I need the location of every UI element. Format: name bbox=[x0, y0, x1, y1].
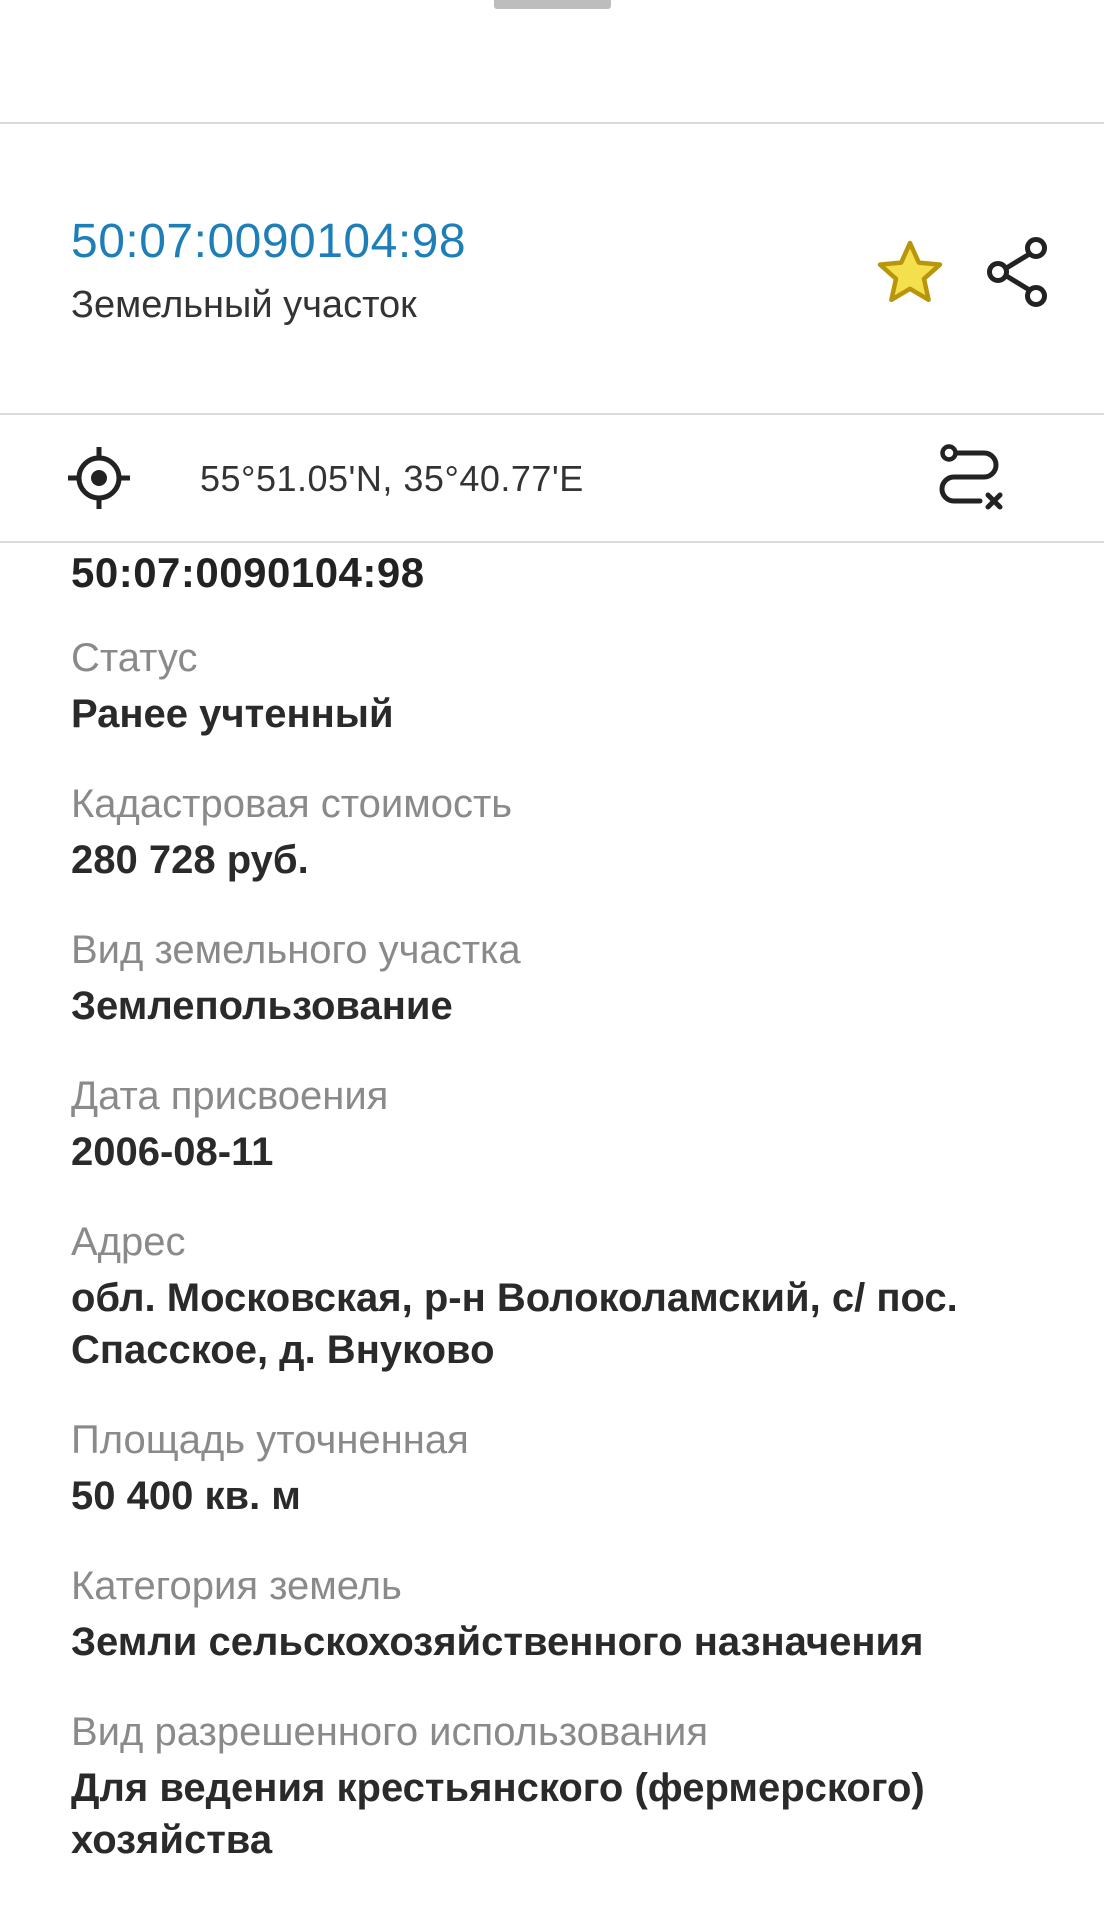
field-value: Для ведения крестьянского (фермерского) … bbox=[71, 1766, 925, 1862]
coordinates-text[interactable]: 55°51.05'N, 35°40.77'E bbox=[200, 457, 584, 501]
field-label: Вид земельного участка bbox=[71, 928, 521, 972]
field-value: Земли сельскохозяйственного назначения bbox=[71, 1620, 924, 1664]
favorite-button[interactable] bbox=[872, 234, 948, 310]
route-clear-icon[interactable] bbox=[932, 441, 1008, 517]
field-cadastral-value: Кадастровая стоимость 280 728 руб. bbox=[71, 778, 1051, 886]
field-address: Адрес обл. Московская, р-н Волоколамский… bbox=[71, 1216, 1051, 1376]
field-label: Площадь уточненная bbox=[71, 1418, 469, 1462]
coordinates-bar: 55°51.05'N, 35°40.77'E bbox=[0, 415, 1104, 541]
parcel-header: 50:07:0090104:98 Земельный участок bbox=[0, 124, 1104, 413]
divider bbox=[0, 541, 1104, 543]
field-label: Кадастровая стоимость bbox=[71, 782, 513, 826]
field-value: 2006-08-11 bbox=[71, 1130, 274, 1174]
field-land-category: Категория земель Земли сельскохозяйствен… bbox=[71, 1560, 1051, 1668]
field-assignment-date: Дата присвоения 2006-08-11 bbox=[71, 1070, 1051, 1178]
cadastral-number: 50:07:0090104:98 bbox=[71, 549, 425, 596]
parcel-details: 50:07:0090104:98 Статус Ранее учтенный К… bbox=[71, 548, 1051, 1904]
star-icon bbox=[877, 240, 943, 303]
field-label: Дата присвоения bbox=[71, 1074, 389, 1118]
field-value: 50 400 кв. м bbox=[71, 1474, 301, 1518]
field-permitted-use: Вид разрешенного использования Для веден… bbox=[71, 1706, 1051, 1866]
field-value: Землепользование bbox=[71, 984, 453, 1028]
parcel-id-link[interactable]: 50:07:0090104:98 bbox=[71, 214, 466, 270]
field-label: Категория земель bbox=[71, 1564, 402, 1608]
field-value: 280 728 руб. bbox=[71, 838, 309, 882]
field-label: Адрес bbox=[71, 1220, 186, 1264]
share-button[interactable] bbox=[980, 230, 1056, 314]
field-status: Статус Ранее учтенный bbox=[71, 632, 1051, 740]
parcel-info-sheet: 50:07:0090104:98 Земельный участок 55°51… bbox=[0, 0, 1104, 1920]
sheet-drag-handle[interactable] bbox=[494, 0, 611, 9]
field-label: Статус bbox=[71, 636, 198, 680]
field-value: обл. Московская, р-н Волоколамский, с/ п… bbox=[71, 1276, 958, 1372]
field-label: Вид разрешенного использования bbox=[71, 1710, 709, 1754]
field-parcel-kind: Вид земельного участка Землепользование bbox=[71, 924, 1051, 1032]
parcel-type: Земельный участок bbox=[71, 284, 417, 326]
field-area: Площадь уточненная 50 400 кв. м bbox=[71, 1414, 1051, 1522]
share-icon bbox=[987, 237, 1047, 307]
field-value: Ранее учтенный bbox=[71, 692, 394, 736]
crosshair-icon[interactable] bbox=[66, 445, 132, 511]
